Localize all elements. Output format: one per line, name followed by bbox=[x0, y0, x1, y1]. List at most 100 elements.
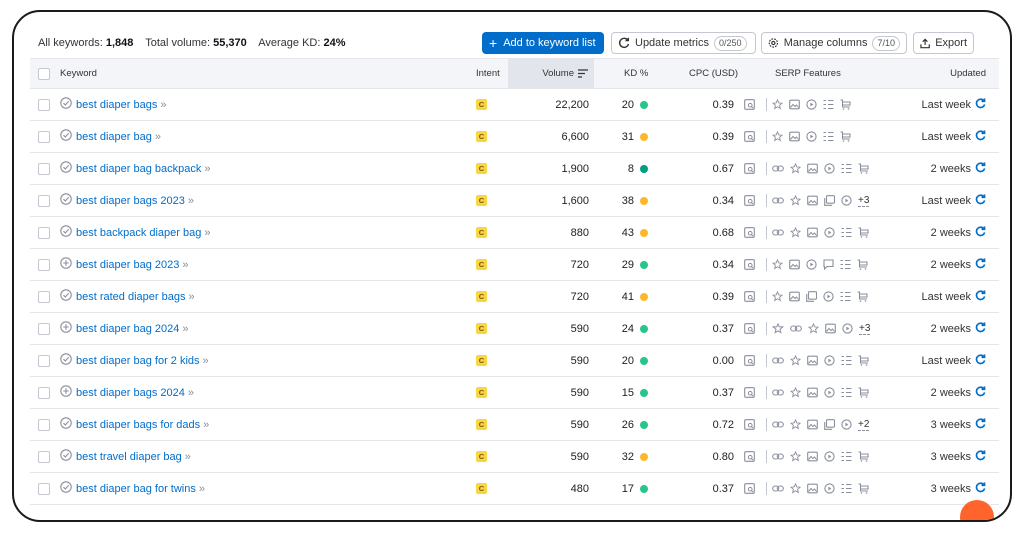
row-checkbox[interactable] bbox=[38, 130, 50, 143]
row-checkbox[interactable] bbox=[38, 322, 50, 335]
intent-badge[interactable]: C bbox=[476, 291, 487, 302]
row-checkbox-cell[interactable] bbox=[38, 473, 50, 504]
check-circle-icon[interactable] bbox=[60, 161, 72, 176]
serp-features-cell[interactable] bbox=[744, 217, 875, 248]
refresh-icon[interactable] bbox=[975, 353, 986, 368]
keyword-link[interactable]: best backpack diaper bag bbox=[76, 227, 201, 239]
sort-icon[interactable] bbox=[578, 69, 588, 78]
keyword-link[interactable]: best diaper bags for dads bbox=[76, 419, 200, 431]
add-circle-icon[interactable] bbox=[60, 257, 72, 272]
chevron-right-icon[interactable]: » bbox=[203, 355, 209, 367]
intent-badge[interactable]: C bbox=[476, 355, 487, 366]
keyword-link[interactable]: best diaper bags 2023 bbox=[76, 195, 185, 207]
table-row[interactable]: best diaper bag 2023 » C 720 29 0.34 2 w… bbox=[30, 249, 999, 281]
table-row[interactable]: best diaper bags for dads » C 590 26 0.7… bbox=[30, 409, 999, 441]
column-header-keyword[interactable]: Keyword bbox=[60, 59, 97, 88]
intent-badge[interactable]: C bbox=[476, 419, 487, 430]
row-checkbox[interactable] bbox=[38, 226, 50, 239]
row-checkbox[interactable] bbox=[38, 194, 50, 207]
check-circle-icon[interactable] bbox=[60, 481, 72, 496]
intent-badge[interactable]: C bbox=[476, 387, 487, 398]
chevron-right-icon[interactable]: » bbox=[182, 259, 188, 271]
intent-badge[interactable]: C bbox=[476, 483, 487, 494]
chevron-right-icon[interactable]: » bbox=[182, 323, 188, 335]
check-circle-icon[interactable] bbox=[60, 449, 72, 464]
serp-features-cell[interactable]: +2 bbox=[744, 409, 870, 440]
row-checkbox-cell[interactable] bbox=[38, 153, 50, 184]
row-checkbox-cell[interactable] bbox=[38, 121, 50, 152]
keyword-link[interactable]: best diaper bag for twins bbox=[76, 483, 196, 495]
table-row[interactable]: best diaper bags 2023 » C 1,600 38 0.34 … bbox=[30, 185, 999, 217]
refresh-icon[interactable] bbox=[975, 225, 986, 240]
row-checkbox[interactable] bbox=[38, 290, 50, 303]
intent-badge[interactable]: C bbox=[476, 163, 487, 174]
serp-features-cell[interactable] bbox=[744, 345, 875, 376]
refresh-icon[interactable] bbox=[975, 481, 986, 496]
check-circle-icon[interactable] bbox=[60, 417, 72, 432]
chevron-right-icon[interactable]: » bbox=[188, 291, 194, 303]
intent-badge[interactable]: C bbox=[476, 451, 487, 462]
refresh-icon[interactable] bbox=[975, 257, 986, 272]
chevron-right-icon[interactable]: » bbox=[203, 419, 209, 431]
row-checkbox-cell[interactable] bbox=[38, 345, 50, 376]
keyword-link[interactable]: best diaper bag for 2 kids bbox=[76, 355, 200, 367]
intent-badge[interactable]: C bbox=[476, 131, 487, 142]
serp-features-cell[interactable] bbox=[744, 473, 875, 504]
serp-features-cell[interactable]: +3 bbox=[744, 185, 870, 216]
refresh-icon[interactable] bbox=[975, 97, 986, 112]
row-checkbox-cell[interactable] bbox=[38, 281, 50, 312]
add-circle-icon[interactable] bbox=[60, 385, 72, 400]
row-checkbox[interactable] bbox=[38, 482, 50, 495]
manage-columns-button[interactable]: Manage columns 7/10 bbox=[761, 32, 907, 54]
check-circle-icon[interactable] bbox=[60, 97, 72, 112]
select-all-checkbox[interactable] bbox=[38, 67, 50, 80]
keyword-link[interactable]: best diaper bags bbox=[76, 99, 157, 111]
refresh-icon[interactable] bbox=[975, 321, 986, 336]
table-row[interactable]: best diaper bag 2024 » C 590 24 0.37 +3 … bbox=[30, 313, 999, 345]
refresh-icon[interactable] bbox=[975, 449, 986, 464]
refresh-icon[interactable] bbox=[975, 193, 986, 208]
check-circle-icon[interactable] bbox=[60, 129, 72, 144]
add-circle-icon[interactable] bbox=[60, 321, 72, 336]
serp-more-count[interactable]: +2 bbox=[858, 419, 870, 431]
row-checkbox-cell[interactable] bbox=[38, 313, 50, 344]
refresh-icon[interactable] bbox=[975, 417, 986, 432]
check-circle-icon[interactable] bbox=[60, 289, 72, 304]
column-header-cpc[interactable]: CPC (USD) bbox=[689, 59, 738, 88]
column-header-volume[interactable]: Volume bbox=[508, 59, 594, 88]
keyword-link[interactable]: best diaper bag 2023 bbox=[76, 259, 179, 271]
row-checkbox[interactable] bbox=[38, 162, 50, 175]
row-checkbox[interactable] bbox=[38, 98, 50, 111]
row-checkbox-cell[interactable] bbox=[38, 441, 50, 472]
column-header-serp-features[interactable]: SERP Features bbox=[775, 59, 841, 88]
row-checkbox-cell[interactable] bbox=[38, 185, 50, 216]
refresh-icon[interactable] bbox=[975, 161, 986, 176]
check-circle-icon[interactable] bbox=[60, 193, 72, 208]
table-row[interactable]: best diaper bags 2024 » C 590 15 0.37 2 … bbox=[30, 377, 999, 409]
add-to-keyword-list-button[interactable]: + Add to keyword list bbox=[482, 32, 604, 54]
row-checkbox-cell[interactable] bbox=[38, 249, 50, 280]
chevron-right-icon[interactable]: » bbox=[160, 99, 166, 111]
check-circle-icon[interactable] bbox=[60, 353, 72, 368]
row-checkbox[interactable] bbox=[38, 354, 50, 367]
update-metrics-button[interactable]: Update metrics 0/250 bbox=[611, 32, 756, 54]
serp-features-cell[interactable] bbox=[744, 377, 875, 408]
refresh-icon[interactable] bbox=[975, 289, 986, 304]
serp-more-count[interactable]: +3 bbox=[858, 195, 870, 207]
row-checkbox-cell[interactable] bbox=[38, 89, 50, 120]
row-checkbox[interactable] bbox=[38, 418, 50, 431]
keyword-link[interactable]: best diaper bags 2024 bbox=[76, 387, 185, 399]
row-checkbox[interactable] bbox=[38, 258, 50, 271]
table-row[interactable]: best diaper bag » C 6,600 31 0.39 Last w… bbox=[30, 121, 999, 153]
keyword-link[interactable]: best rated diaper bags bbox=[76, 291, 185, 303]
keyword-link[interactable]: best diaper bag 2024 bbox=[76, 323, 179, 335]
serp-features-cell[interactable] bbox=[744, 153, 875, 184]
chevron-right-icon[interactable]: » bbox=[204, 227, 210, 239]
serp-features-cell[interactable] bbox=[744, 121, 857, 152]
chevron-right-icon[interactable]: » bbox=[155, 131, 161, 143]
serp-features-cell[interactable]: +3 bbox=[744, 313, 871, 344]
table-row[interactable]: best diaper bags » C 22,200 20 0.39 Last… bbox=[30, 89, 999, 121]
refresh-icon[interactable] bbox=[975, 385, 986, 400]
export-button[interactable]: Export bbox=[913, 32, 974, 54]
row-checkbox[interactable] bbox=[38, 386, 50, 399]
